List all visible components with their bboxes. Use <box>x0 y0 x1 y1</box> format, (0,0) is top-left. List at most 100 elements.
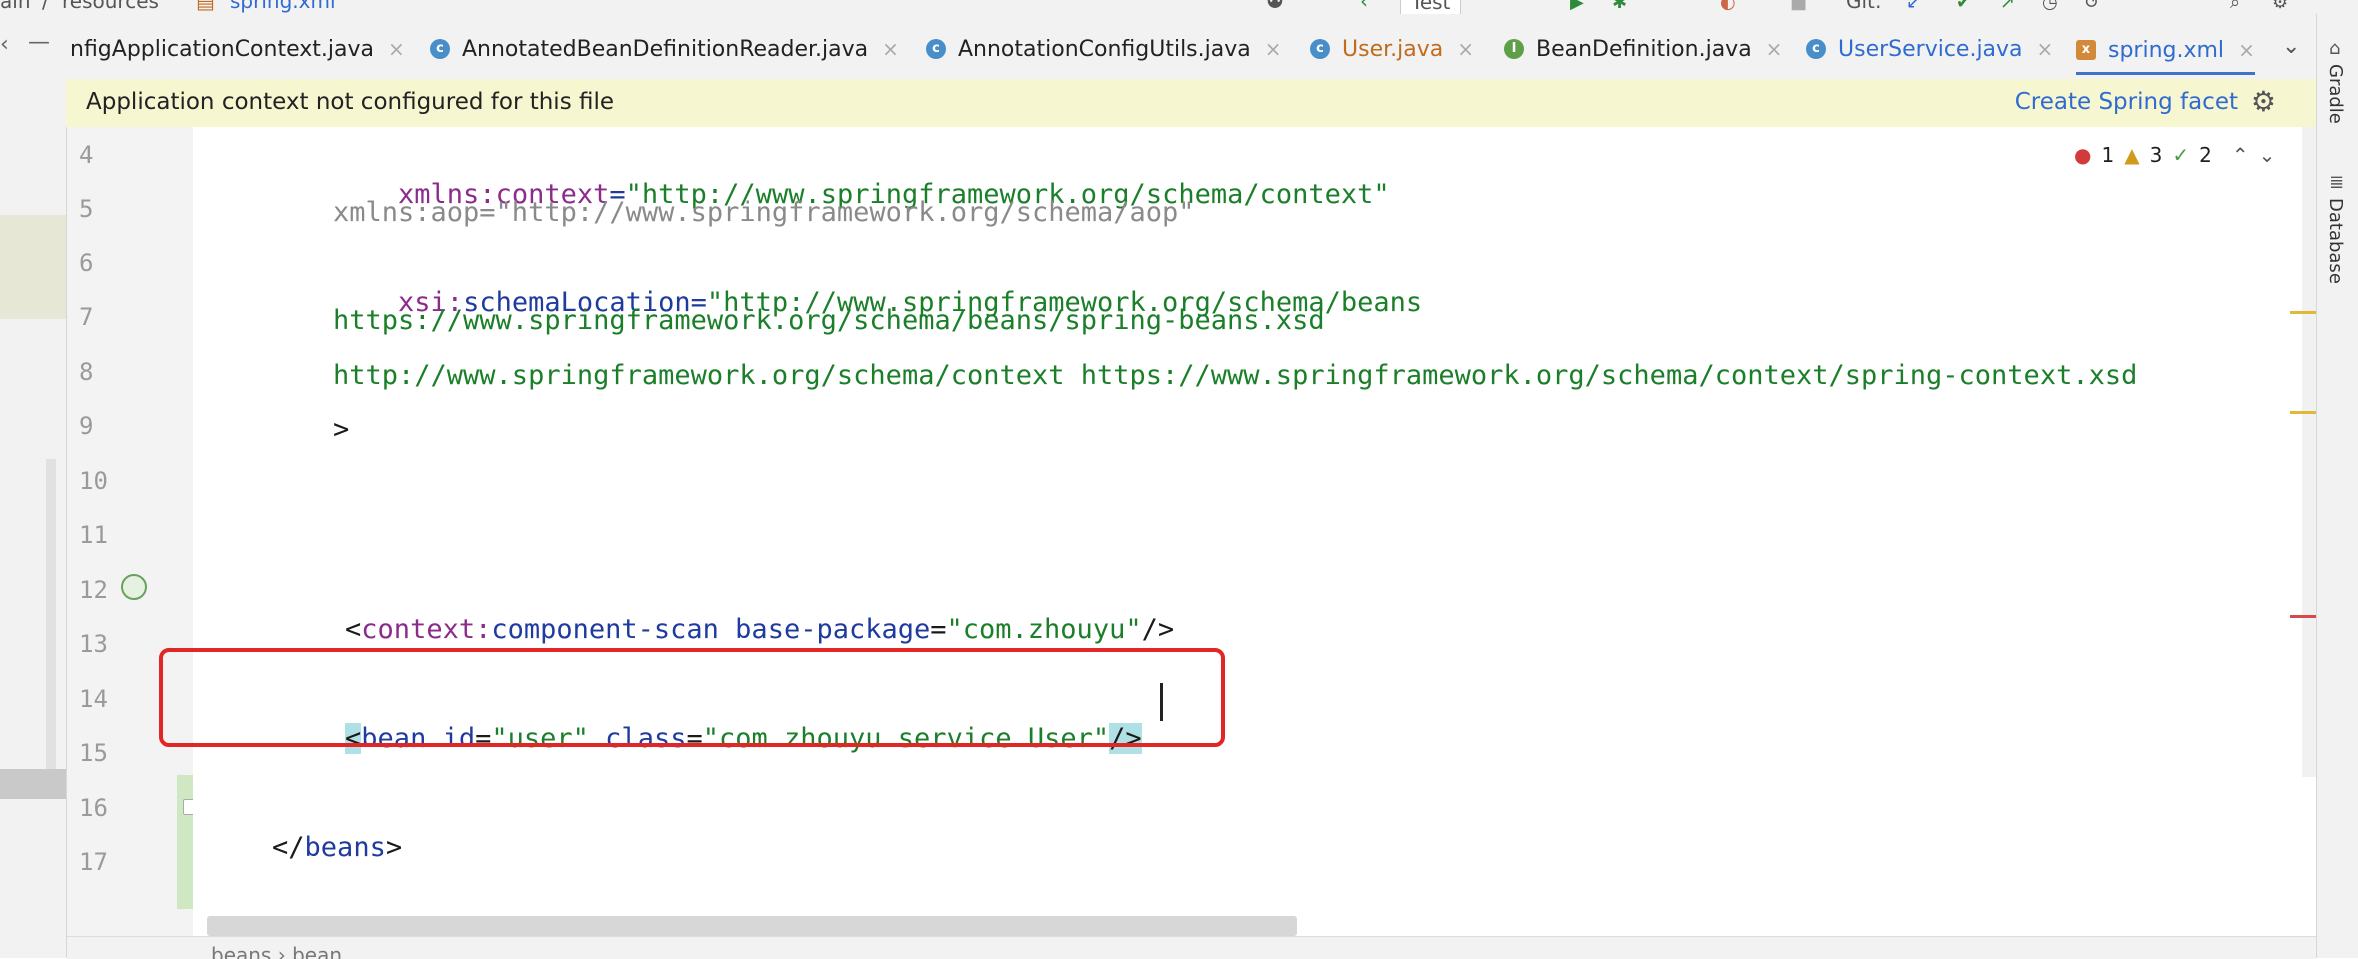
history-icon[interactable]: ◷ <box>2042 0 2058 13</box>
interface-icon: I <box>1504 39 1524 59</box>
close-icon[interactable]: × <box>2238 38 2255 62</box>
inspection-widget[interactable]: ● 1 ▲ 3 ✓ 2 ⌃ ⌄ <box>2074 143 2275 167</box>
close-icon[interactable]: × <box>1457 37 1474 61</box>
tab-label: spring.xml <box>2108 37 2225 63</box>
code-token: component-scan <box>491 614 719 645</box>
error-icon: ● <box>2074 143 2092 167</box>
code-editor[interactable]: xmlns:context="http://www.springframewor… <box>193 127 2316 958</box>
code-line-9: > <box>333 414 350 445</box>
tab-annotationconfigutils[interactable]: c AnnotationConfigUtils.java × <box>926 28 1282 70</box>
class-icon: c <box>1310 39 1330 59</box>
class-icon: c <box>430 39 450 59</box>
close-icon[interactable]: × <box>882 37 899 61</box>
git-commit-icon[interactable]: ✔ <box>1956 0 1971 13</box>
xml-path-breadcrumb[interactable]: beans › bean <box>211 943 342 959</box>
close-icon[interactable]: × <box>1265 37 1282 61</box>
code-token: = <box>930 614 947 645</box>
code-line-5: xmlns:aop="http://www.springframework.or… <box>333 197 1195 228</box>
breadcrumb-module[interactable]: ain <box>0 0 31 13</box>
chevron-up-icon[interactable]: ⌃ <box>2232 143 2249 167</box>
search-icon[interactable]: ⌕ <box>2230 0 2240 13</box>
tab-beandefinition[interactable]: I BeanDefinition.java × <box>1504 28 1782 70</box>
run-icon[interactable]: ▶ <box>1570 0 1584 13</box>
tab-label: nfigApplicationContext.java <box>70 36 374 62</box>
line-number: 9 <box>79 412 94 440</box>
line-number: 10 <box>79 467 108 495</box>
code-line-16: </beans> <box>207 794 402 863</box>
tab-label: AnnotationConfigUtils.java <box>958 36 1251 62</box>
top-toolbar: ain / resources ▤ spring.xml ⚉ ‹ Test ▶ … <box>0 0 2358 14</box>
warning-count: 3 <box>2149 143 2163 167</box>
settings-icon[interactable]: ⚙ <box>2272 0 2288 13</box>
project-tree-item[interactable] <box>0 769 66 799</box>
project-tree-selection[interactable] <box>0 215 66 319</box>
code-token: context: <box>361 614 492 645</box>
code-token: </ <box>272 832 305 863</box>
class-icon: c <box>926 39 946 59</box>
gradle-tool-button[interactable]: Gradle <box>2325 64 2346 124</box>
line-number: 11 <box>79 521 108 549</box>
editor-breadcrumb-bar: beans › bean <box>67 936 2316 959</box>
code-line-4: xmlns:context="http://www.springframewor… <box>333 141 1390 210</box>
tab-userservice[interactable]: c UserService.java × <box>1806 28 2053 70</box>
tab-spring-xml[interactable]: x spring.xml × <box>2076 28 2255 75</box>
rollback-icon[interactable]: ↺ <box>2084 0 2099 13</box>
database-tool-button[interactable]: Database <box>2325 198 2346 284</box>
gear-icon[interactable]: ⚙ <box>2251 85 2276 118</box>
create-spring-facet-link[interactable]: Create Spring facet <box>2015 89 2238 115</box>
stop-icon[interactable]: ■ <box>1790 0 1807 13</box>
notification-banner: Application context not configured for t… <box>66 79 2316 128</box>
xml-file-icon: ▤ <box>196 0 215 13</box>
line-number: 17 <box>79 848 108 876</box>
close-icon[interactable]: × <box>2037 37 2054 61</box>
run-config-select[interactable]: Test <box>1400 0 1462 14</box>
tab-label: AnnotatedBeanDefinitionReader.java <box>462 36 869 62</box>
code-token: /> <box>1141 614 1175 645</box>
line-number: 7 <box>79 303 94 331</box>
spring-bean-icon[interactable] <box>121 574 147 600</box>
horizontal-scrollbar[interactable] <box>207 916 1297 936</box>
xml-file-icon: x <box>2076 40 2096 60</box>
git-push-icon[interactable]: ↗ <box>2000 0 2015 13</box>
close-icon[interactable]: × <box>388 37 405 61</box>
code-line-12: <context:component-scan base-package="co… <box>280 576 1174 645</box>
code-token: "com.zhouyu" <box>946 614 1142 645</box>
line-number: 14 <box>79 685 108 713</box>
editor-tab-bar: ‹ — nfigApplicationContext.java × c Anno… <box>0 14 2316 87</box>
line-number: 13 <box>79 630 108 658</box>
profile-icon[interactable]: ◐ <box>1720 0 1736 13</box>
tab-label: User.java <box>1342 36 1444 62</box>
warning-marker[interactable] <box>2290 411 2316 414</box>
code-line-7: https://www.springframework.org/schema/b… <box>333 305 1325 336</box>
project-panel <box>0 79 67 958</box>
code-token: > <box>385 832 403 863</box>
chevron-down-icon[interactable]: ⌄ <box>2282 34 2300 59</box>
tabs-scroll-left-icon[interactable]: ‹ <box>0 32 9 57</box>
tab-annotatedbeandefinitionreader[interactable]: c AnnotatedBeanDefinitionReader.java × <box>430 28 899 70</box>
code-line-6: xsi:schemaLocation="http://www.springfra… <box>333 249 1422 318</box>
tab-annotationconfigapplicationcontext[interactable]: nfigApplicationContext.java × <box>70 28 405 70</box>
line-number: 5 <box>79 195 94 223</box>
vcs-change-marker[interactable] <box>177 775 193 909</box>
breadcrumb-file[interactable]: spring.xml <box>230 0 336 13</box>
error-stripe[interactable] <box>2302 127 2316 777</box>
breadcrumb-resources[interactable]: resources <box>62 0 159 13</box>
tabs-minimize-icon[interactable]: — <box>28 30 50 55</box>
database-icon: ≣ <box>2329 172 2345 193</box>
gradle-icon: ⌂ <box>2329 38 2341 59</box>
back-icon[interactable]: ‹ <box>1360 0 1368 13</box>
debug-icon[interactable]: ✱ <box>1612 0 1627 13</box>
close-icon[interactable]: × <box>1766 37 1783 61</box>
user-icon[interactable]: ⚉ <box>1266 0 1284 13</box>
code-line-8: http://www.springframework.org/schema/co… <box>333 360 2138 391</box>
tab-label: UserService.java <box>1838 36 2023 62</box>
code-token: < <box>345 614 362 645</box>
project-scrollbar[interactable] <box>46 459 56 789</box>
chevron-down-icon[interactable]: ⌄ <box>2259 143 2276 167</box>
tab-user-java[interactable]: c User.java × <box>1310 28 1474 70</box>
git-update-icon[interactable]: ↙ <box>1906 0 1921 13</box>
line-number: 16 <box>79 794 108 822</box>
warning-marker[interactable] <box>2290 311 2316 314</box>
tab-label: BeanDefinition.java <box>1536 36 1752 62</box>
editor-gutter: 4 5 6 7 8 9 10 11 12 13 14 15 16 17 <box>67 127 197 958</box>
